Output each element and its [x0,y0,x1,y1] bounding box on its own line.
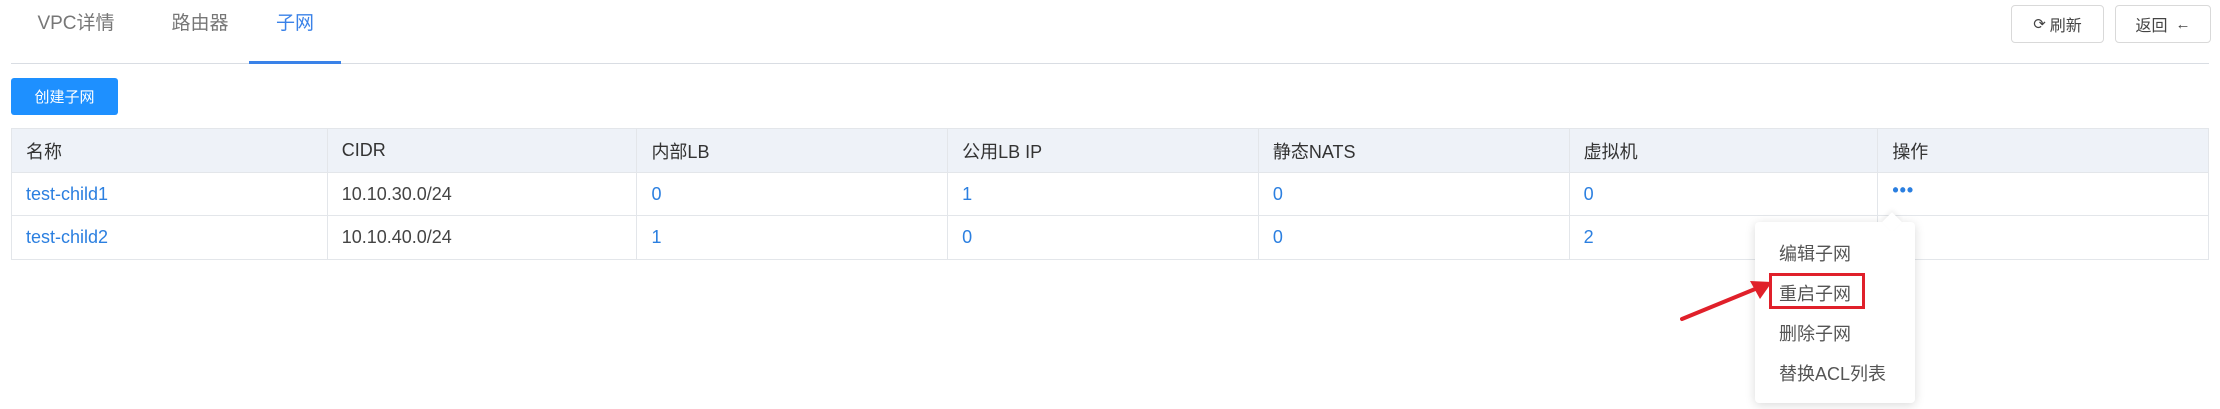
header-static-nats: 静态NATS [1259,129,1570,172]
vms-link[interactable]: 0 [1584,184,1594,205]
cidr-value: 10.10.30.0/24 [341,183,452,204]
vms-link[interactable]: 2 [1584,227,1594,248]
tab-vpc-details[interactable]: VPC详情 [11,0,141,64]
internal-lb-link[interactable]: 0 [651,184,661,205]
public-lb-ip-link[interactable]: 1 [962,184,972,205]
header-actions: 操作 [1892,141,1929,162]
cidr-value: 10.10.40.0/24 [341,227,452,247]
header-name: 名称 [12,129,328,172]
menu-item-edit-subnet[interactable]: 编辑子网 [1779,240,1851,266]
refresh-button[interactable]: ⟳ 刷新 [2011,5,2104,43]
header-cidr: CIDR [328,129,638,172]
subnet-name-link[interactable]: test-child1 [26,184,108,205]
tab-bar: VPC详情 路由器 子网 [11,0,2209,64]
actions-dropdown-menu: 编辑子网 重启子网 删除子网 替换ACL列表 [1755,212,1915,403]
header-public-lb-ip: 公用LB IP [948,129,1259,172]
header-internal-lb: 内部LB [637,129,949,172]
header-vms: 虚拟机 [1570,129,1879,172]
table-header-row: 名称 CIDR 内部LB 公用LB IP 静态NATS 虚拟机 操作 [12,129,2208,173]
more-icon[interactable]: ••• [1892,181,1914,203]
arrow-annotation-icon [1680,281,1772,321]
highlight-annotation-box [1769,273,1865,309]
back-button[interactable]: 返回 ← [2115,5,2211,43]
menu-item-delete-subnet[interactable]: 删除子网 [1779,320,1851,346]
tab-routers[interactable]: 路由器 [141,0,259,64]
back-label: 返回 [2135,18,2168,35]
refresh-label: 刷新 [2049,18,2082,35]
static-nats-link[interactable]: 0 [1273,227,1283,248]
static-nats-link[interactable]: 0 [1273,184,1283,205]
tab-subnets[interactable]: 子网 [249,0,341,64]
public-lb-ip-link[interactable]: 0 [962,227,972,248]
subnet-name-link[interactable]: test-child2 [26,227,108,248]
refresh-icon: ⟳ [2033,16,2046,33]
table-row: test-child1 10.10.30.0/24 0 1 0 0 ••• [12,173,2208,216]
arrow-left-icon: ← [2175,15,2191,33]
internal-lb-link[interactable]: 1 [651,227,661,248]
menu-item-replace-acl-list[interactable]: 替换ACL列表 [1779,360,1886,386]
create-subnet-button[interactable]: 创建子网 [11,78,118,115]
